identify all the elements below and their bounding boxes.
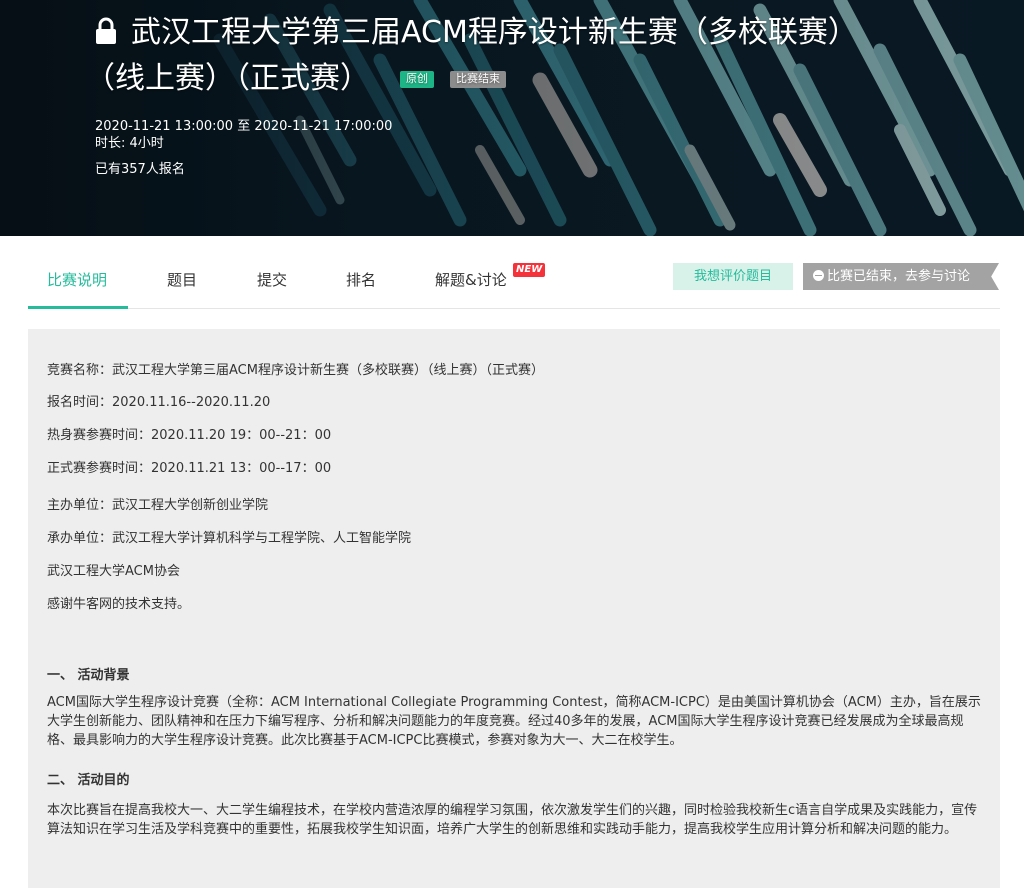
- contest-tabs: 比赛说明 题目 提交 排名 解题&讨论 NEW 我想评价题目 比赛已结束，去参与…: [28, 236, 1000, 309]
- contest-title-line-2: （线上赛）（正式赛） 原创 比赛结束: [85, 56, 1004, 102]
- tab-discussion-label: 解题&讨论: [435, 271, 507, 289]
- contest-duration: 时长: 4小时: [95, 136, 164, 151]
- section-text-background: ACM国际大学生程序设计竞赛（全称：ACM International Coll…: [47, 695, 981, 748]
- thanks-line: 感谢牛客网的技术支持。: [47, 597, 191, 612]
- active-tab-indicator: [28, 306, 128, 309]
- contest-title-text: 武汉工程大学第三届ACM程序设计新生赛（多校联赛）: [131, 15, 858, 50]
- original-badge: 原创: [400, 70, 434, 88]
- contest-ended-discuss-button[interactable]: 比赛已结束，去参与讨论: [803, 263, 999, 290]
- section-heading-purpose: 二、 活动目的: [47, 773, 130, 788]
- new-badge: NEW: [513, 263, 546, 277]
- formal-time-line: 正式赛参赛时间：2020.11.21 13：00--17：00: [47, 461, 332, 476]
- contest-time-range: 2020-11-21 13:00:00 至 2020-11-21 17:00:0…: [95, 119, 393, 134]
- tab-description[interactable]: 比赛说明: [47, 269, 107, 290]
- contest-description-panel: 竞赛名称：武汉工程大学第三届ACM程序设计新生赛（多校联赛）（线上赛）（正式赛）…: [28, 329, 1000, 888]
- warmup-time-line: 热身赛参赛时间：2020.11.20 19：00--21：00: [47, 428, 332, 443]
- contest-name-line: 竞赛名称：武汉工程大学第三届ACM程序设计新生赛（多校联赛）（线上赛）（正式赛）: [47, 363, 544, 378]
- tab-discussion[interactable]: 解题&讨论 NEW: [435, 263, 546, 290]
- contest-signups: 已有357人报名: [95, 162, 185, 177]
- contest-title-line-1: 武汉工程大学第三届ACM程序设计新生赛（多校联赛）: [95, 10, 1004, 56]
- contest-meta: 2020-11-21 13:00:00 至 2020-11-21 17:00:0…: [95, 118, 1004, 178]
- lock-icon: [96, 17, 116, 44]
- section-text-purpose: 本次比赛旨在提高我校大一、大二学生编程技术，在学校内营造浓厚的编程学习氛围，依次…: [47, 803, 978, 837]
- organizer-line: 承办单位：武汉工程大学计算机科学与工程学院、人工智能学院: [47, 531, 412, 546]
- review-problems-button[interactable]: 我想评价题目: [673, 263, 793, 290]
- banner-content: 武汉工程大学第三届ACM程序设计新生赛（多校联赛） （线上赛）（正式赛） 原创 …: [85, 10, 1004, 178]
- contest-title-subtext: （线上赛）（正式赛）: [85, 61, 370, 96]
- host-line: 主办单位：武汉工程大学创新创业学院: [47, 498, 269, 513]
- tab-submit[interactable]: 提交: [257, 269, 287, 290]
- tab-ranking[interactable]: 排名: [346, 269, 376, 290]
- tab-problems[interactable]: 题目: [167, 269, 197, 290]
- contest-ended-discuss-label: 比赛已结束，去参与讨论: [827, 269, 971, 284]
- association-line: 武汉工程大学ACM协会: [47, 564, 180, 579]
- status-badge: 比赛结束: [450, 70, 506, 88]
- signup-time-line: 报名时间：2020.11.16--2020.11.20: [47, 395, 271, 410]
- minus-circle-icon: [813, 270, 824, 281]
- contest-banner: 武汉工程大学第三届ACM程序设计新生赛（多校联赛） （线上赛）（正式赛） 原创 …: [0, 0, 1024, 236]
- section-heading-background: 一、 活动背景: [47, 668, 130, 683]
